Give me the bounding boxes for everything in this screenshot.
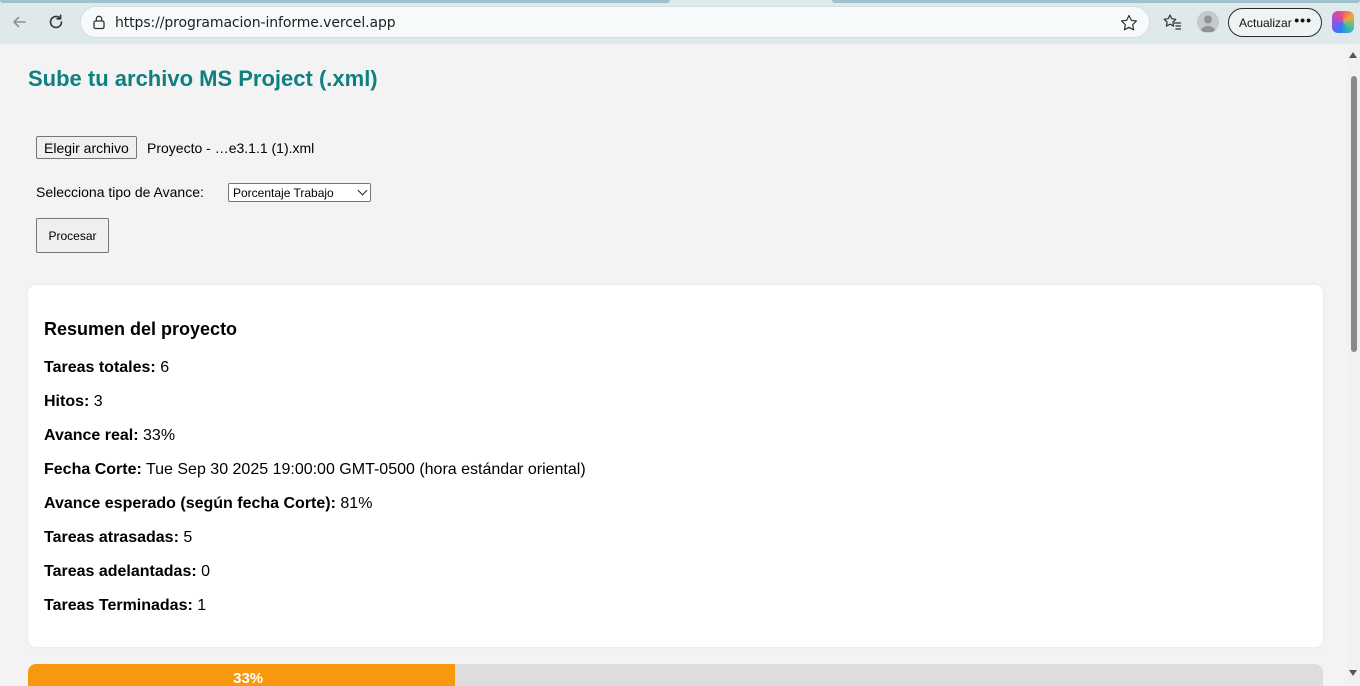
summary-item-value: 33% (143, 427, 176, 444)
summary-item-label: Avance real: (44, 427, 139, 444)
summary-item-label: Tareas atrasadas: (44, 529, 179, 546)
summary-item-label: Tareas Terminadas: (44, 597, 193, 614)
summary-item-label: Tareas adelantadas: (44, 563, 197, 580)
summary-item-value: 6 (160, 359, 170, 376)
profile-icon[interactable] (1197, 11, 1219, 33)
copilot-icon[interactable] (1332, 11, 1354, 33)
update-button[interactable]: Actualizar ••• (1228, 8, 1322, 37)
scroll-thumb[interactable] (1351, 76, 1357, 352)
summary-item: Avance esperado (según fecha Corte): 81% (44, 495, 372, 513)
summary-item-value: 5 (183, 529, 193, 546)
summary-item-label: Tareas totales: (44, 359, 156, 376)
summary-item: Tareas adelantadas: 0 (44, 563, 210, 581)
page-content: Sube tu archivo MS Project (.xml) Elegir… (4, 44, 1346, 686)
advance-type-select[interactable]: Porcentaje Trabajo (228, 183, 371, 202)
summary-item: Tareas atrasadas: 5 (44, 529, 192, 547)
more-icon[interactable]: ••• (1294, 12, 1312, 28)
summary-item: Avance real: 33% (44, 427, 175, 445)
summary-item-label: Fecha Corte: (44, 461, 142, 478)
choose-file-button[interactable]: Elegir archivo (36, 136, 137, 159)
page-title: Sube tu archivo MS Project (.xml) (28, 66, 378, 91)
refresh-icon[interactable] (43, 9, 69, 35)
summary-item-value: Tue Sep 30 2025 19:00:00 GMT-0500 (hora … (145, 461, 586, 478)
summary-heading: Resumen del proyecto (44, 319, 238, 339)
advance-type-label: Selecciona tipo de Avance: (36, 184, 204, 200)
summary-item-label: Avance esperado (según fecha Corte): (44, 495, 336, 512)
favorites-icon[interactable] (1161, 11, 1183, 33)
address-bar[interactable]: https://programacion-informe.vercel.app (80, 6, 1150, 38)
summary-item-value: 1 (197, 597, 207, 614)
tab-indicator (0, 0, 670, 3)
tab-indicator (832, 0, 1360, 3)
process-button[interactable]: Procesar (36, 218, 109, 253)
summary-item: Tareas totales: 6 (44, 359, 169, 377)
summary-card: Resumen del proyecto Tareas totales: 6 H… (28, 285, 1323, 647)
summary-item-label: Hitos: (44, 393, 90, 410)
scrollbar[interactable] (1347, 44, 1360, 686)
lock-icon[interactable] (91, 14, 107, 30)
progress-bar: 33% (28, 664, 1323, 686)
summary-item-value: 81% (340, 495, 373, 512)
progress-label: 33% (233, 670, 264, 686)
url-text[interactable]: https://programacion-informe.vercel.app (115, 15, 396, 31)
star-icon[interactable] (1119, 13, 1139, 33)
summary-item: Hitos: 3 (44, 393, 103, 411)
summary-item: Fecha Corte: Tue Sep 30 2025 19:00:00 GM… (44, 461, 586, 479)
back-icon[interactable] (6, 9, 32, 35)
browser-toolbar: https://programacion-informe.vercel.app … (0, 0, 1360, 44)
advance-type-value: Porcentaje Trabajo (233, 186, 334, 200)
selected-file-name: Proyecto - …e3.1.1 (1).xml (147, 140, 315, 156)
summary-item-value: 0 (201, 563, 211, 580)
chevron-down-icon (357, 185, 368, 196)
summary-item-value: 3 (93, 393, 103, 410)
update-label: Actualizar (1239, 16, 1292, 30)
scroll-down-icon[interactable] (1349, 670, 1357, 676)
summary-item: Tareas Terminadas: 1 (44, 597, 206, 615)
scroll-up-icon[interactable] (1349, 52, 1357, 58)
